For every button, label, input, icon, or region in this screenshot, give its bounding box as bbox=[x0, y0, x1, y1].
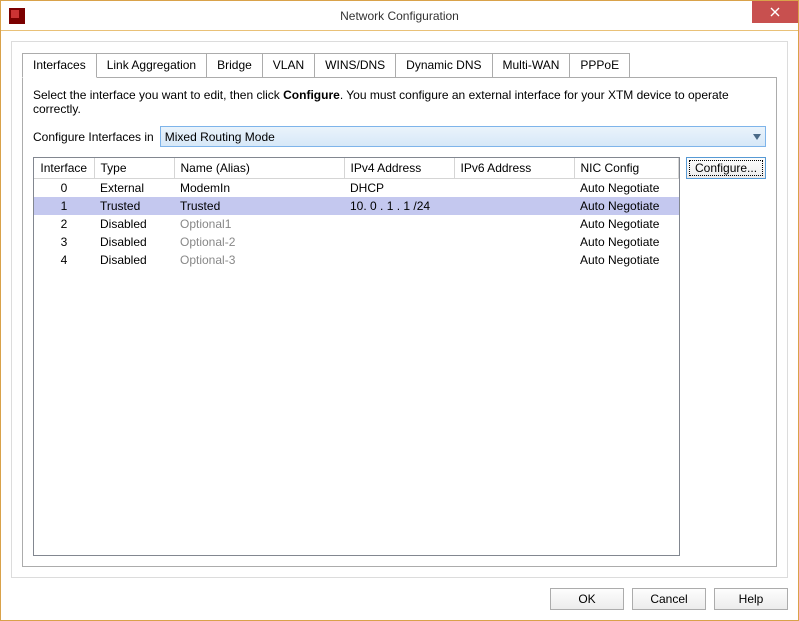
table-area: InterfaceTypeName (Alias)IPv4 AddressIPv… bbox=[33, 157, 766, 556]
cell-nic: Auto Negotiate bbox=[574, 215, 679, 233]
cell-ipv4: DHCP bbox=[344, 179, 454, 198]
cell-type: Disabled bbox=[94, 215, 174, 233]
config-mode-row: Configure Interfaces in Mixed Routing Mo… bbox=[33, 126, 766, 147]
table-row[interactable]: 2DisabledOptional1 Auto Negotiate bbox=[34, 215, 679, 233]
cancel-button[interactable]: Cancel bbox=[632, 588, 706, 610]
cell-nic: Auto Negotiate bbox=[574, 233, 679, 251]
table-header-row: InterfaceTypeName (Alias)IPv4 AddressIPv… bbox=[34, 158, 679, 179]
tab-vlan[interactable]: VLAN bbox=[262, 53, 315, 78]
cell-ipv4 bbox=[344, 251, 454, 269]
tab-strip: InterfacesLink AggregationBridgeVLANWINS… bbox=[22, 52, 777, 77]
cell-ipv4: 10. 0 . 1 . 1 /24 bbox=[344, 197, 454, 215]
side-button-panel: Configure... bbox=[686, 157, 766, 556]
cell-name: ModemIn bbox=[174, 179, 344, 198]
cell-ipv6 bbox=[454, 251, 574, 269]
cell-iface: 1 bbox=[34, 197, 94, 215]
column-header[interactable]: Type bbox=[94, 158, 174, 179]
cell-name: Optional-3 bbox=[174, 251, 344, 269]
titlebar: Network Configuration bbox=[1, 1, 798, 31]
chevron-down-icon bbox=[753, 134, 761, 140]
column-header[interactable]: Interface bbox=[34, 158, 94, 179]
config-mode-value: Mixed Routing Mode bbox=[165, 130, 275, 144]
cell-ipv6 bbox=[454, 197, 574, 215]
column-header[interactable]: IPv4 Address bbox=[344, 158, 454, 179]
cell-ipv6 bbox=[454, 233, 574, 251]
tab-multi-wan[interactable]: Multi-WAN bbox=[492, 53, 571, 78]
help-button[interactable]: Help bbox=[714, 588, 788, 610]
dialog-footer: OK Cancel Help bbox=[11, 578, 788, 610]
tab-wins-dns[interactable]: WINS/DNS bbox=[314, 53, 396, 78]
cell-nic: Auto Negotiate bbox=[574, 179, 679, 198]
cell-type: Disabled bbox=[94, 233, 174, 251]
window: Network Configuration InterfacesLink Agg… bbox=[0, 0, 799, 621]
close-button[interactable] bbox=[752, 1, 798, 23]
tab-bridge[interactable]: Bridge bbox=[206, 53, 263, 78]
cell-nic: Auto Negotiate bbox=[574, 251, 679, 269]
config-mode-select[interactable]: Mixed Routing Mode bbox=[160, 126, 766, 147]
cell-ipv4 bbox=[344, 215, 454, 233]
cell-ipv6 bbox=[454, 179, 574, 198]
column-header[interactable]: Name (Alias) bbox=[174, 158, 344, 179]
cell-name: Trusted bbox=[174, 197, 344, 215]
dialog-body: InterfacesLink AggregationBridgeVLANWINS… bbox=[1, 31, 798, 620]
config-mode-label: Configure Interfaces in bbox=[33, 130, 154, 144]
close-icon bbox=[770, 7, 780, 17]
cell-name: Optional-2 bbox=[174, 233, 344, 251]
cell-iface: 0 bbox=[34, 179, 94, 198]
app-icon bbox=[9, 8, 25, 24]
cell-type: Trusted bbox=[94, 197, 174, 215]
instruction-text: Select the interface you want to edit, t… bbox=[33, 88, 766, 116]
tab-interfaces[interactable]: Interfaces bbox=[22, 53, 97, 78]
table-row[interactable]: 0ExternalModemInDHCP Auto Negotiate bbox=[34, 179, 679, 198]
instruction-bold: Configure bbox=[283, 88, 340, 102]
interfaces-table: InterfaceTypeName (Alias)IPv4 AddressIPv… bbox=[34, 158, 679, 269]
cell-ipv6 bbox=[454, 215, 574, 233]
tab-dynamic-dns[interactable]: Dynamic DNS bbox=[395, 53, 492, 78]
cell-iface: 3 bbox=[34, 233, 94, 251]
cell-ipv4 bbox=[344, 233, 454, 251]
cell-name: Optional1 bbox=[174, 215, 344, 233]
tab-link-aggregation[interactable]: Link Aggregation bbox=[96, 53, 207, 78]
table-row[interactable]: 3DisabledOptional-2 Auto Negotiate bbox=[34, 233, 679, 251]
window-title: Network Configuration bbox=[1, 9, 798, 23]
cell-iface: 2 bbox=[34, 215, 94, 233]
tab-panel-interfaces: Select the interface you want to edit, t… bbox=[22, 77, 777, 567]
cell-iface: 4 bbox=[34, 251, 94, 269]
table-row[interactable]: 1TrustedTrusted10. 0 . 1 . 1 /24Auto Neg… bbox=[34, 197, 679, 215]
cell-type: Disabled bbox=[94, 251, 174, 269]
cell-nic: Auto Negotiate bbox=[574, 197, 679, 215]
column-header[interactable]: NIC Config bbox=[574, 158, 679, 179]
instruction-pre: Select the interface you want to edit, t… bbox=[33, 88, 283, 102]
interfaces-table-wrap: InterfaceTypeName (Alias)IPv4 AddressIPv… bbox=[33, 157, 680, 556]
dialog-inner: InterfacesLink AggregationBridgeVLANWINS… bbox=[11, 41, 788, 578]
table-body: 0ExternalModemInDHCPAuto Negotiate1Trust… bbox=[34, 179, 679, 270]
configure-button[interactable]: Configure... bbox=[686, 157, 766, 179]
column-header[interactable]: IPv6 Address bbox=[454, 158, 574, 179]
ok-button[interactable]: OK bbox=[550, 588, 624, 610]
table-row[interactable]: 4DisabledOptional-3 Auto Negotiate bbox=[34, 251, 679, 269]
tab-pppoe[interactable]: PPPoE bbox=[569, 53, 630, 78]
cell-type: External bbox=[94, 179, 174, 198]
